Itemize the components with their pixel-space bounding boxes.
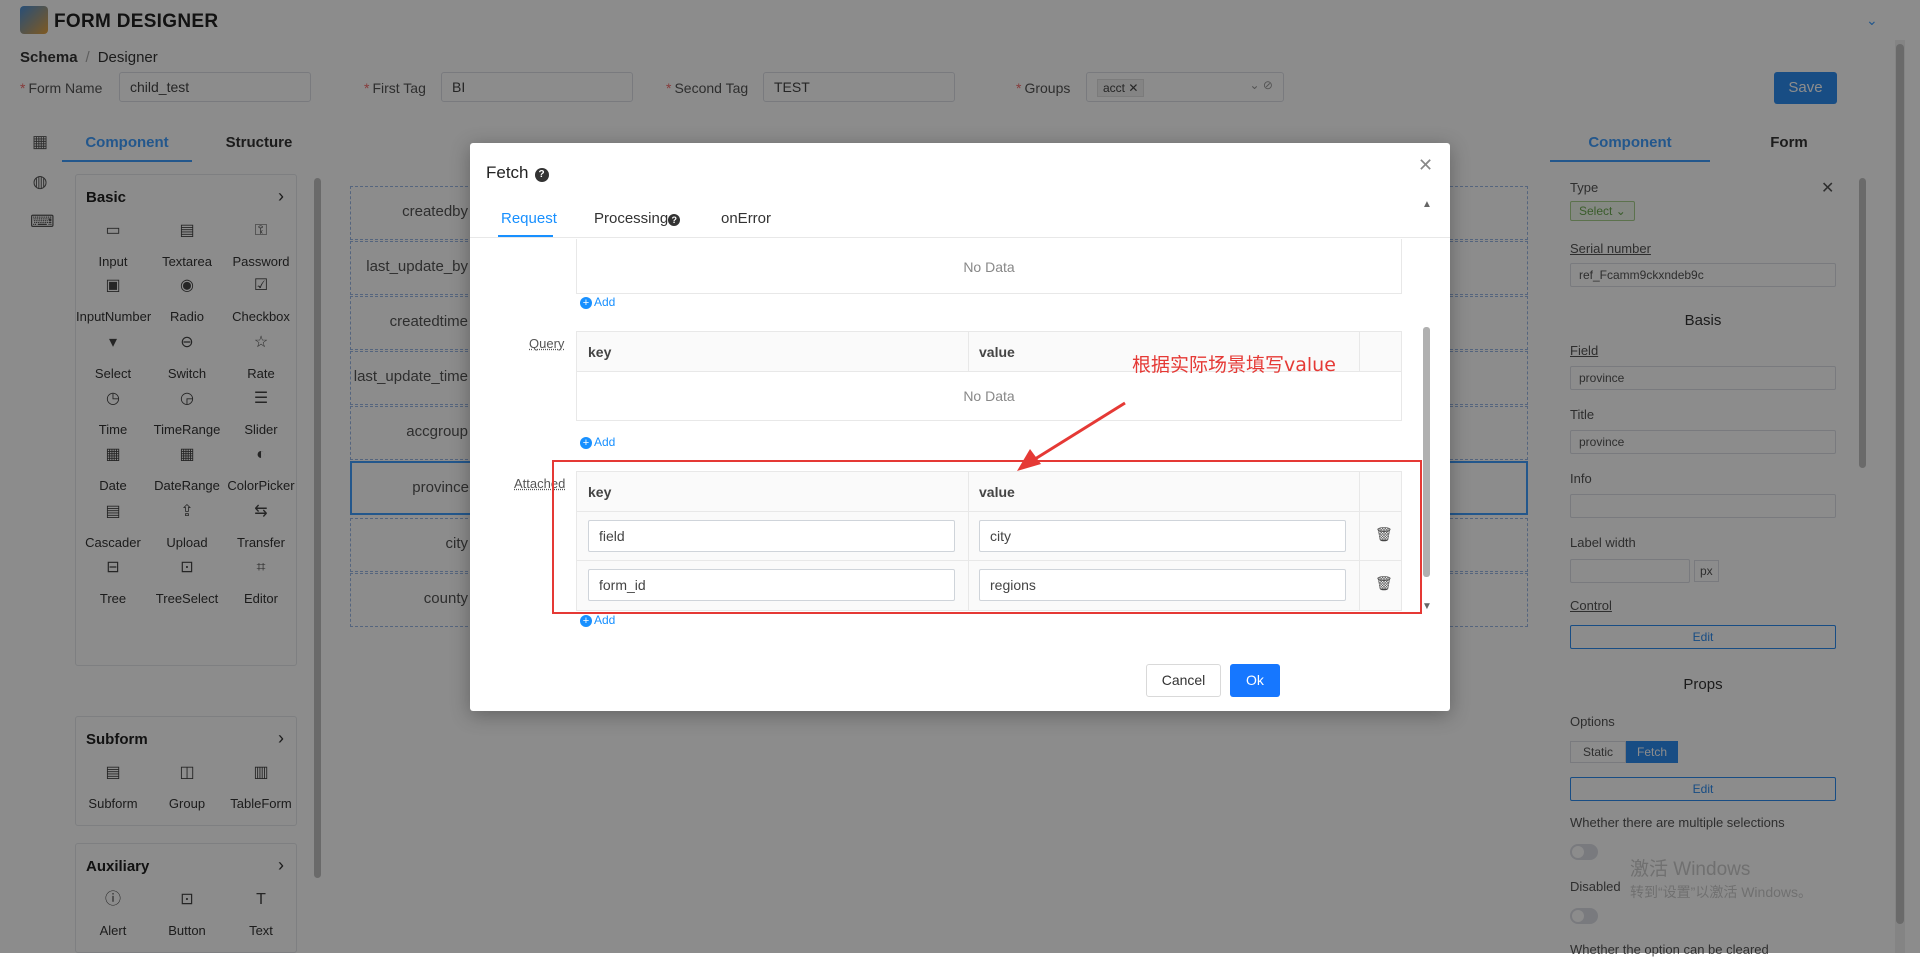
fetch-dialog: Fetch? ✕ Request Processing? onError No … [470, 143, 1450, 711]
tab-onerror[interactable]: onError [721, 210, 771, 227]
cancel-button[interactable]: Cancel [1146, 664, 1221, 697]
dialog-title: Fetch? [486, 163, 549, 183]
tab-divider [470, 237, 1450, 238]
column-value: value [979, 344, 1015, 360]
annotation-arrow [1017, 401, 1126, 471]
column-key: key [588, 344, 612, 360]
scrollbar[interactable]: ▲ ▼ [1422, 197, 1432, 617]
plus-icon: + [580, 297, 592, 309]
tab-processing[interactable]: Processing? [594, 210, 681, 227]
no-data-text: No Data [963, 388, 1015, 404]
add-attached-button[interactable]: + Add [580, 613, 615, 627]
headers-table: No Data [576, 239, 1402, 294]
no-data-text: No Data [963, 259, 1015, 275]
tab-request[interactable]: Request [501, 210, 557, 227]
add-header-button[interactable]: + Add [580, 295, 615, 309]
annotation-text: 根据实际场景填写value [1132, 354, 1336, 376]
plus-icon: + [580, 615, 592, 627]
add-query-button[interactable]: + Add [580, 435, 615, 449]
column-divider [968, 332, 969, 372]
help-icon: ? [668, 214, 681, 226]
ok-button[interactable]: Ok [1230, 664, 1280, 697]
highlight-box [552, 460, 1422, 614]
help-icon: ? [534, 168, 549, 182]
close-icon[interactable]: ✕ [1418, 155, 1433, 176]
query-label: Query [529, 336, 565, 351]
plus-icon: + [580, 437, 592, 449]
column-divider [1359, 332, 1360, 372]
